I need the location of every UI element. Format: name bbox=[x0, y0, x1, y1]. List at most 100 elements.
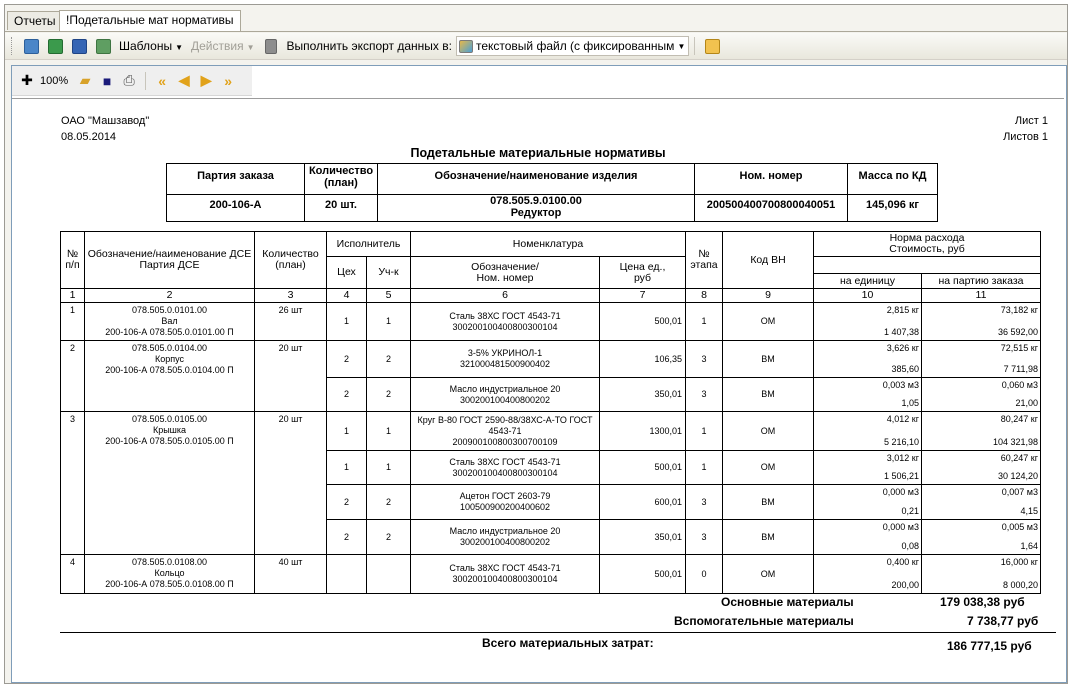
item-num: 4 bbox=[60, 554, 85, 594]
col-index: 9 bbox=[722, 288, 814, 303]
item-num: 2 bbox=[60, 340, 85, 412]
cell-section: 1 bbox=[366, 302, 411, 341]
norm-value: 2,815 кг bbox=[886, 305, 919, 315]
save-icon[interactable]: ■ bbox=[97, 71, 117, 91]
col-header-norm: Норма расхода Стоимость, руб bbox=[813, 231, 1041, 257]
norm-value: 5 216,10 bbox=[883, 437, 919, 447]
col-index: 7 bbox=[599, 288, 686, 303]
norm-value: 0,21 bbox=[901, 506, 919, 516]
next-page-icon[interactable]: ▶ bbox=[196, 71, 216, 91]
col-header-per-unit: на единицу bbox=[813, 273, 922, 289]
first-page-icon[interactable]: « bbox=[152, 71, 172, 91]
sheet-count: Листов 1 bbox=[1003, 131, 1048, 143]
norm-value: 1,05 bbox=[901, 398, 919, 408]
prev-page-icon[interactable]: ◀ bbox=[174, 71, 194, 91]
norm-value: 7 711,98 bbox=[1003, 364, 1038, 374]
dse-batch: 200-106-А 078.505.0.0104.00 П bbox=[105, 365, 234, 375]
norm-value: 80,247 кг bbox=[1000, 414, 1038, 424]
tab-bar: Отчеты !Подетальные мат нормативы bbox=[5, 9, 1067, 32]
run-export-button[interactable] bbox=[702, 36, 722, 56]
info-product: 078.505.9.0100.00 Редуктор bbox=[377, 194, 695, 222]
col-index: 5 bbox=[366, 288, 411, 303]
app-window: Отчеты !Подетальные мат нормативы Шаблон… bbox=[4, 4, 1068, 684]
cell-material: Масло индустриальное 20 30020010040080020… bbox=[410, 377, 600, 412]
cell-code-vn: ВМ bbox=[722, 519, 814, 555]
export-label: Выполнить экспорт данных в: bbox=[286, 39, 452, 53]
main-toolbar: Шаблоны ▼ Действия ▼ Выполнить экспорт дан… bbox=[5, 33, 1067, 60]
material-mat: Сталь 38ХС ГОСТ 4543-71 bbox=[449, 456, 561, 467]
print-icon[interactable]: ⎙ bbox=[119, 71, 139, 91]
norm-value: 0,000 м3 bbox=[882, 522, 919, 532]
norm-value: 3,626 кг bbox=[886, 343, 919, 353]
col-header-executor: Исполнитель bbox=[326, 231, 411, 257]
open-folder-icon[interactable]: ▰ bbox=[75, 71, 95, 91]
database-icon[interactable] bbox=[21, 36, 41, 56]
cell-norm-batch: 0,005 м3 1,64 bbox=[921, 519, 1041, 555]
tab-detail-norms[interactable]: !Подетальные мат нормативы bbox=[59, 10, 241, 31]
col-header-dse: Обозначение/наименование ДСЕ Партия ДСЕ bbox=[84, 231, 255, 289]
info-header: Количество (план) bbox=[304, 163, 378, 195]
total-aux-label: Вспомогательные материалы bbox=[674, 614, 854, 628]
info-header: Ном. номер bbox=[694, 163, 848, 195]
col-index: 8 bbox=[685, 288, 723, 303]
cell-code-vn: ОМ bbox=[722, 450, 814, 485]
material-nom: 300200100400800202 bbox=[459, 394, 551, 405]
zoom-level[interactable]: 100% bbox=[40, 75, 68, 87]
total-aux-value: 7 738,77 руб bbox=[967, 614, 1039, 628]
dse-name: Вал bbox=[161, 316, 178, 326]
norm-value: 0,08 bbox=[901, 541, 919, 551]
total-main-label: Основные материалы bbox=[721, 595, 854, 609]
norm-value: 1 506,21 bbox=[883, 471, 919, 481]
info-value: 200-106-А bbox=[166, 194, 305, 222]
word-export-icon[interactable] bbox=[69, 36, 89, 56]
total-all-label: Всего материальных затрат: bbox=[482, 636, 654, 650]
col-index: 1 bbox=[60, 288, 85, 303]
info-header: Масса по КД bbox=[847, 163, 938, 195]
cell-section: 2 bbox=[366, 377, 411, 412]
cell-norm-unit: 2,815 кг 1 407,38 bbox=[813, 302, 922, 341]
cell-code-vn: ВМ bbox=[722, 377, 814, 412]
col-index: 4 bbox=[326, 288, 367, 303]
excel-export-icon[interactable] bbox=[45, 36, 65, 56]
cell-code-vn: ВМ bbox=[722, 340, 814, 378]
col-header-stage: № этапа bbox=[685, 231, 723, 289]
material-nom: 200900100800300700109 bbox=[452, 436, 558, 447]
item-qty: 40 шт bbox=[254, 554, 327, 594]
page-icon[interactable] bbox=[261, 36, 281, 56]
cell-stage: 1 bbox=[685, 450, 723, 485]
norm-value: 200,00 bbox=[891, 580, 919, 590]
dse-batch: 200-106-А 078.505.0.0105.00 П bbox=[105, 436, 234, 446]
cell-price: 500,01 bbox=[599, 302, 686, 341]
templates-menu[interactable]: Шаблоны ▼ bbox=[115, 39, 187, 53]
actions-menu[interactable]: Действия ▼ bbox=[187, 39, 259, 53]
info-value: 200500400700800040051 bbox=[694, 194, 848, 222]
item-dse: 078.505.0.0101.00 Вал 200-106-А 078.505.0.… bbox=[84, 302, 255, 341]
toolbar-grip[interactable] bbox=[11, 37, 15, 55]
cell-norm-unit: 0,003 м3 1,05 bbox=[813, 377, 922, 412]
material-nom: 300200100400800300104 bbox=[452, 321, 558, 332]
cell-shop: 2 bbox=[326, 377, 367, 412]
norm-value: 104 321,98 bbox=[992, 437, 1038, 447]
item-qty: 26 шт bbox=[254, 302, 327, 341]
material-nom: 100500900200400602 bbox=[459, 502, 551, 512]
cell-norm-unit: 3,012 кг 1 506,21 bbox=[813, 450, 922, 485]
norm-value: 3,012 кг bbox=[886, 453, 919, 463]
last-page-icon[interactable]: » bbox=[218, 71, 238, 91]
item-qty: 20 шт bbox=[254, 411, 327, 555]
cell-norm-unit: 0,000 м3 0,08 bbox=[813, 519, 922, 555]
cell-shop: 1 bbox=[326, 450, 367, 485]
info-value: 145,096 кг bbox=[847, 194, 938, 222]
html-export-icon[interactable] bbox=[93, 36, 113, 56]
order-info-table: Партия заказа Количество (план) Обозначе… bbox=[166, 163, 938, 222]
export-format-select[interactable]: текстовый файл (с фиксированным ▼ bbox=[455, 36, 690, 56]
cell-norm-batch: 60,247 кг 30 124,20 bbox=[921, 450, 1041, 485]
material-mat: Сталь 38ХС ГОСТ 4543-71 bbox=[449, 563, 561, 573]
material-mat: Сталь 38ХС ГОСТ 4543-71 bbox=[449, 310, 561, 321]
norm-value: 0,060 м3 bbox=[1001, 380, 1038, 390]
report-page: ОАО "Машзавод" 08.05.2014 Лист 1 Листов … bbox=[12, 98, 1064, 681]
tab-reports[interactable]: Отчеты bbox=[7, 11, 63, 30]
zoom-icon[interactable]: ✚ bbox=[17, 71, 37, 91]
cell-material: Сталь 38ХС ГОСТ 4543-71 30020010040080030… bbox=[410, 302, 600, 341]
table-row: 2 078.505.0.0104.00 Корпус 200-106-А 078.50… bbox=[60, 340, 1041, 412]
material-nom: 300200100400800202 bbox=[459, 537, 551, 547]
